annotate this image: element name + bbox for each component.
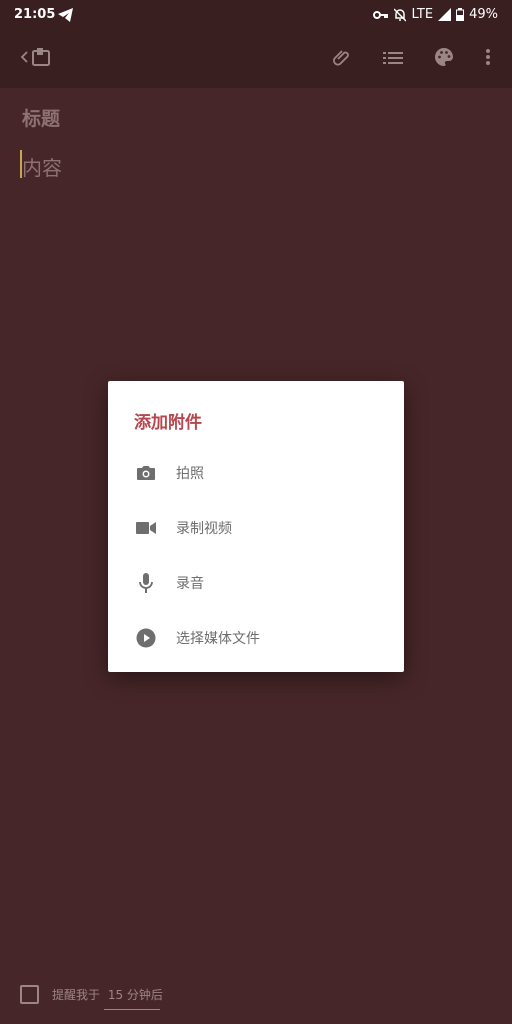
reminder-bar: 提醒我于 15 分钟后 xyxy=(0,972,512,1024)
option-take-photo[interactable]: 拍照 xyxy=(108,448,404,498)
option-label: 拍照 xyxy=(176,466,204,482)
reminder-text: 提醒我于 15 分钟后 xyxy=(52,986,163,1003)
option-label: 录音 xyxy=(176,576,204,592)
play-circle-icon xyxy=(136,628,156,648)
reminder-time[interactable]: 15 分钟后 xyxy=(108,988,163,1002)
reminder-checkbox[interactable] xyxy=(20,985,39,1004)
option-label: 选择媒体文件 xyxy=(176,631,260,647)
option-choose-media[interactable]: 选择媒体文件 xyxy=(108,613,404,663)
video-icon xyxy=(136,518,156,538)
option-record-video[interactable]: 录制视频 xyxy=(108,503,404,553)
camera-icon xyxy=(136,463,156,483)
mic-icon xyxy=(136,573,156,593)
option-label: 录制视频 xyxy=(176,521,232,537)
reminder-time-underline xyxy=(104,1009,160,1010)
dialog-title: 添加附件 xyxy=(134,413,202,433)
add-attachment-dialog: 添加附件 拍照 录制视频 录音 选择媒体文件 xyxy=(108,381,404,672)
option-record-audio[interactable]: 录音 xyxy=(108,558,404,608)
reminder-label: 提醒我于 xyxy=(52,988,101,1002)
